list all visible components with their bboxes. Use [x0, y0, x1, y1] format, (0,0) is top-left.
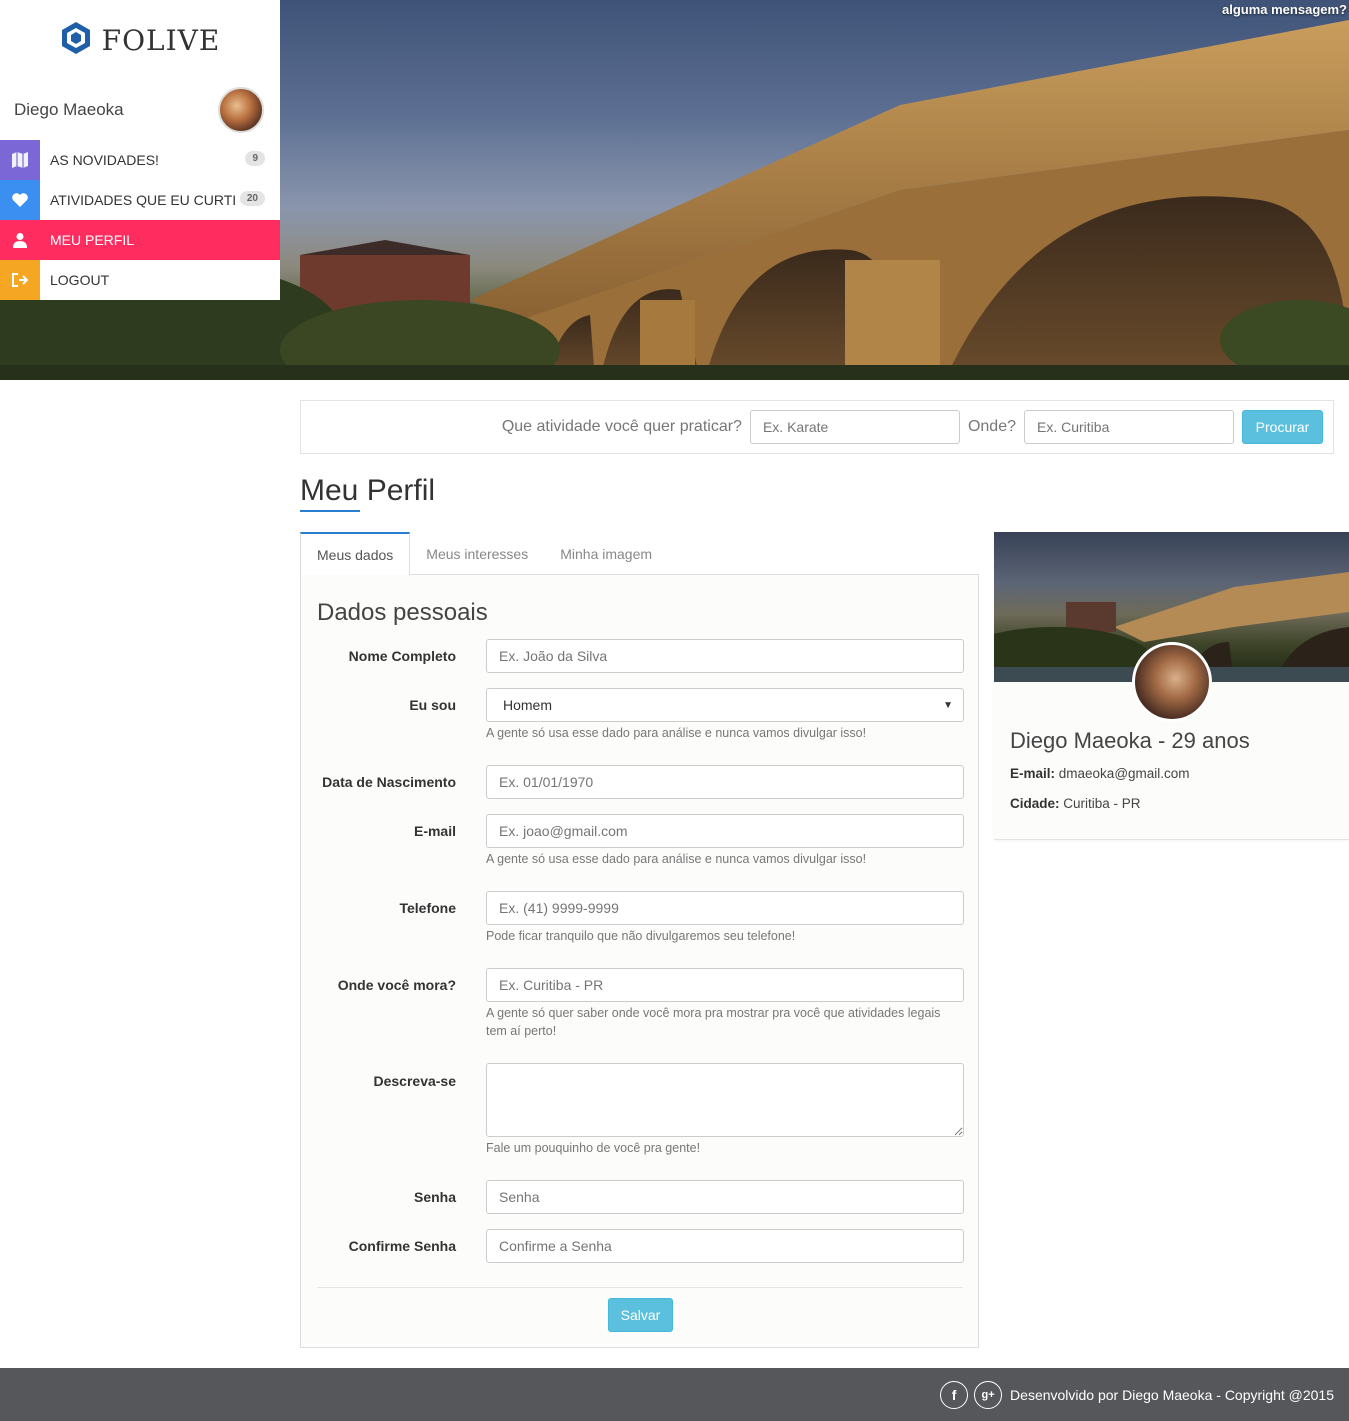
location-search-input[interactable]	[1024, 410, 1234, 444]
logo[interactable]: FOLIVE	[0, 0, 280, 80]
sidebar-item-logout[interactable]: LOGOUT	[0, 260, 280, 300]
password-input[interactable]	[486, 1180, 964, 1214]
profile-form: Dados pessoais Nome Completo Eu sou Home…	[300, 574, 979, 1348]
city-help: A gente só quer saber onde você mora pra…	[486, 1006, 941, 1038]
phone-help: Pode ficar tranquilo que não divulgaremo…	[486, 929, 796, 943]
tab-minha-imagem[interactable]: Minha imagem	[544, 532, 668, 575]
search-button[interactable]: Procurar	[1242, 410, 1323, 444]
gender-selected-value: Homem	[503, 697, 553, 713]
activity-label: Que atividade você quer praticar?	[501, 418, 742, 435]
logo-icon	[60, 21, 92, 60]
city-label: Onde você mora?	[337, 977, 456, 993]
logout-icon	[0, 260, 40, 300]
tab-meus-interesses[interactable]: Meus interesses	[410, 532, 544, 575]
sidebar-item-perfil[interactable]: MEU PERFIL	[0, 220, 280, 260]
confirm-password-input[interactable]	[486, 1229, 964, 1263]
map-icon	[0, 140, 40, 180]
sidebar: FOLIVE Diego Maeoka AS NOVIDADES! 9 ATIV…	[0, 0, 280, 300]
email-help: A gente só usa esse dado para análise e …	[486, 852, 867, 866]
chevron-down-icon: ▼	[943, 699, 953, 711]
profile-avatar	[1132, 642, 1212, 722]
google-plus-icon[interactable]: g+	[974, 1380, 1003, 1409]
birth-label: Data de Nascimento	[322, 774, 456, 790]
title-underline	[300, 510, 360, 512]
tab-meus-dados[interactable]: Meus dados	[300, 532, 411, 575]
count-badge: 9	[245, 151, 265, 166]
profile-name: Diego Maeoka - 29 anos	[1010, 728, 1250, 753]
password-label: Senha	[413, 1189, 456, 1205]
email-label: E-mail	[413, 823, 456, 839]
sidebar-item-label: MEU PERFIL	[50, 232, 135, 248]
where-label: Onde?	[967, 418, 1016, 435]
form-divider	[317, 1287, 963, 1288]
profile-city-label: Cidade:	[1010, 796, 1060, 811]
gender-label: Eu sou	[409, 697, 456, 713]
sidebar-item-label: AS NOVIDADES!	[50, 152, 159, 168]
birth-date-input[interactable]	[486, 765, 964, 799]
city-input[interactable]	[486, 968, 964, 1002]
profile-tabs: Meus dados Meus interesses Minha imagem	[300, 532, 979, 575]
phone-input[interactable]	[486, 891, 964, 925]
section-title: Dados pessoais	[317, 599, 488, 626]
activity-search-input[interactable]	[749, 410, 960, 444]
avatar[interactable]	[218, 87, 264, 133]
profile-city: Curitiba - PR	[1063, 796, 1141, 811]
profile-city-line: Cidade: Curitiba - PR	[1010, 796, 1141, 811]
count-badge: 20	[239, 191, 265, 206]
page-title: Meu Perfil	[300, 474, 436, 507]
confirm-password-label: Confirme Senha	[348, 1238, 456, 1254]
hero-message: alguma mensagem?	[1222, 2, 1347, 17]
user-icon	[0, 220, 40, 260]
describe-help: Fale um pouquinho de você pra gente!	[486, 1141, 701, 1155]
facebook-icon[interactable]: f	[940, 1380, 969, 1409]
gender-help: A gente só usa esse dado para análise e …	[486, 726, 867, 740]
save-button[interactable]: Salvar	[608, 1298, 673, 1332]
profile-email-label: E-mail:	[1010, 766, 1056, 781]
email-field[interactable]	[486, 814, 964, 848]
gender-select[interactable]: Homem ▼	[486, 688, 964, 722]
profile-email: dmaeoka@gmail.com	[1058, 766, 1190, 781]
heart-icon	[0, 180, 40, 220]
footer: f g+ Desenvolvido por Diego Maeoka - Cop…	[0, 1368, 1349, 1421]
profile-card: Diego Maeoka - 29 anos E-mail: dmaeoka@g…	[994, 532, 1349, 840]
logo-text: FOLIVE	[101, 23, 221, 57]
footer-text: Desenvolvido por Diego Maeoka - Copyrigh…	[1010, 1386, 1334, 1403]
profile-email-line: E-mail: dmaeoka@gmail.com	[1010, 766, 1190, 781]
user-row: Diego Maeoka	[0, 80, 280, 140]
user-name: Diego Maeoka	[14, 100, 124, 119]
describe-label: Descreva-se	[373, 1073, 456, 1089]
sidebar-item-label: ATIVIDADES QUE EU CURTI	[50, 192, 237, 208]
sidebar-item-label: LOGOUT	[50, 272, 110, 288]
search-bar: Que atividade você quer praticar? Onde? …	[300, 400, 1334, 454]
sidebar-item-atividades[interactable]: ATIVIDADES QUE EU CURTI 20	[0, 180, 280, 220]
name-label: Nome Completo	[348, 648, 456, 664]
sidebar-item-novidades[interactable]: AS NOVIDADES! 9	[0, 140, 280, 180]
describe-textarea[interactable]	[486, 1063, 964, 1137]
phone-label: Telefone	[399, 900, 456, 916]
full-name-input[interactable]	[486, 639, 964, 673]
